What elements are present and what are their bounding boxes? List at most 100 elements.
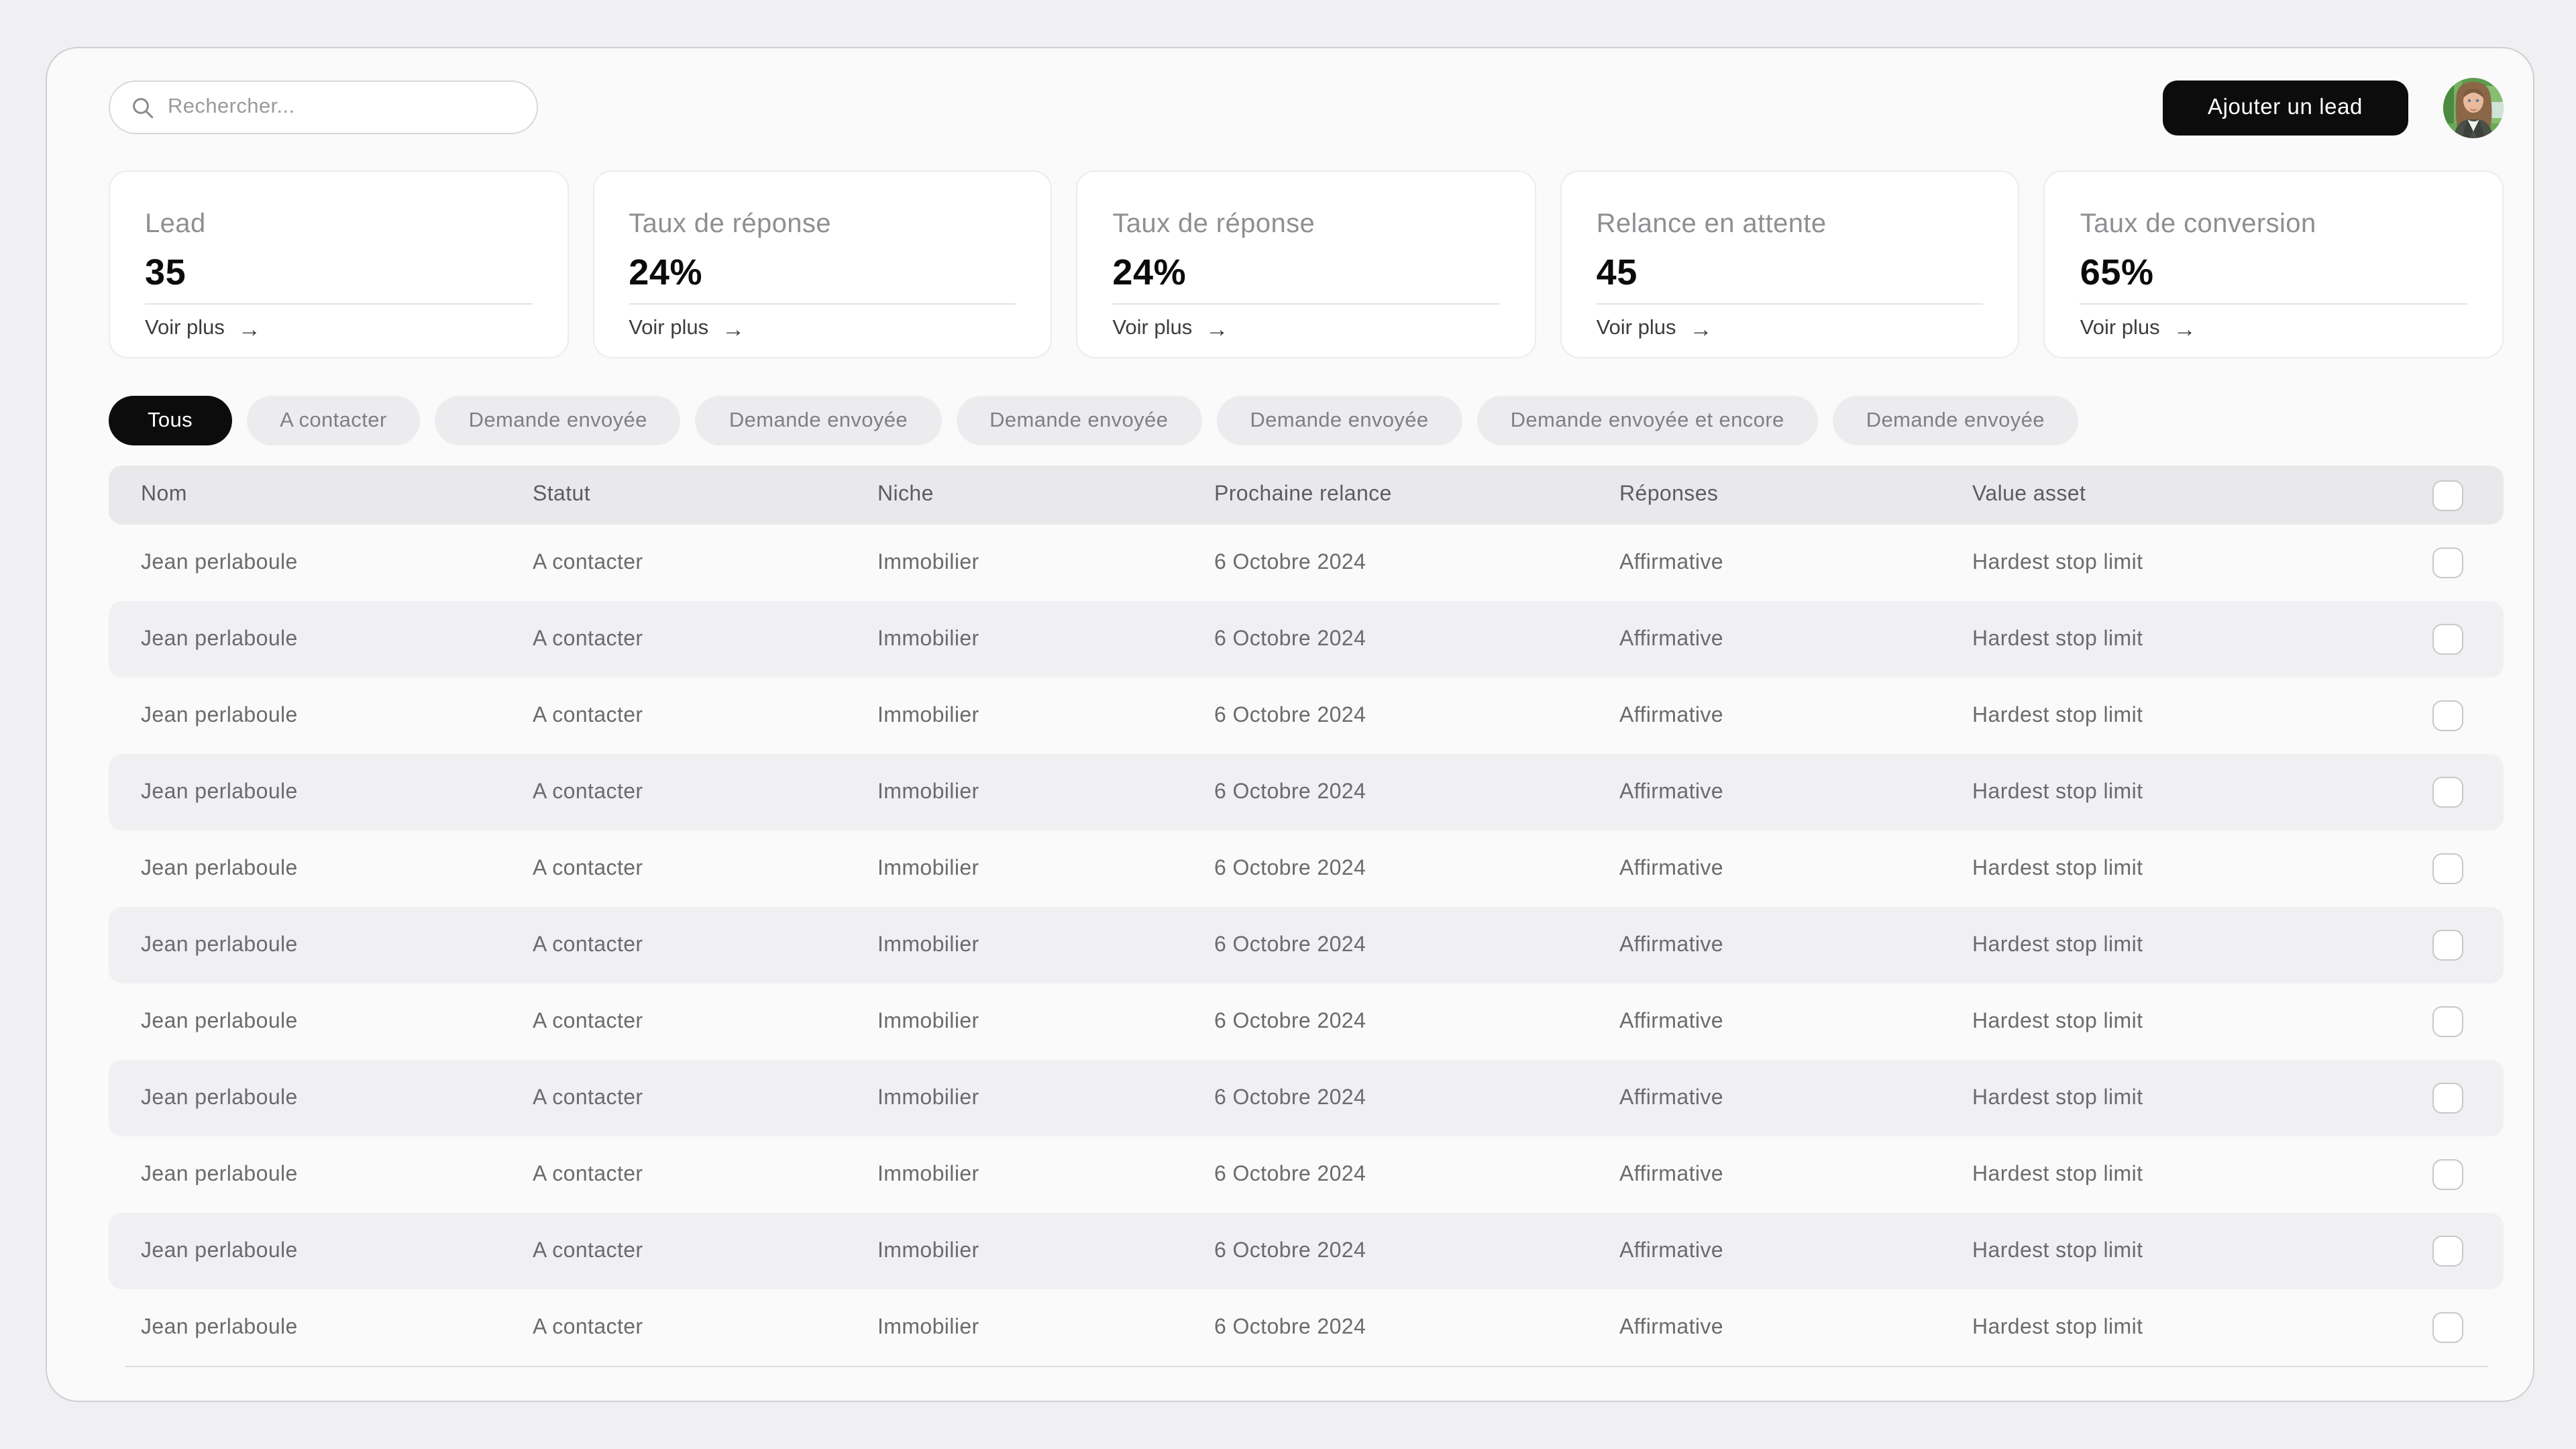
cell-statut: A contacter [533, 1239, 877, 1263]
cell-statut: A contacter [533, 1010, 877, 1034]
filter-pill[interactable]: A contacter [246, 396, 421, 445]
table-row[interactable]: Jean perlaboule A contacter Immobilier 6… [109, 1213, 2504, 1289]
row-checkbox[interactable] [2432, 1006, 2463, 1037]
cell-niche: Immobilier [877, 1010, 1214, 1034]
voir-plus-link[interactable]: Voir plus → [1597, 317, 1713, 341]
cell-reponses: Affirmative [1619, 551, 1972, 575]
user-avatar[interactable] [2443, 77, 2504, 138]
search-box[interactable] [109, 80, 538, 134]
filter-pill[interactable]: Demande envoyée [1216, 396, 1462, 445]
cell-niche: Immobilier [877, 933, 1214, 957]
cell-reponses: Affirmative [1619, 1316, 1972, 1340]
row-checkbox[interactable] [2432, 1083, 2463, 1114]
voir-plus-label: Voir plus [2080, 317, 2160, 341]
voir-plus-link[interactable]: Voir plus → [2080, 317, 2196, 341]
column-header-value: Value asset [1972, 483, 2432, 507]
stat-card: Taux de réponse 24% Voir plus → [592, 170, 1052, 358]
voir-plus-label: Voir plus [1597, 317, 1676, 341]
stat-cards: Lead 35 Voir plus → Taux de réponse 24% … [109, 170, 2504, 358]
stat-value: 65% [2080, 252, 2467, 294]
select-all-checkbox[interactable] [2432, 480, 2463, 511]
table-row[interactable]: Jean perlaboule A contacter Immobilier 6… [109, 907, 2504, 983]
table-row[interactable]: Jean perlaboule A contacter Immobilier 6… [109, 1136, 2504, 1213]
table-row[interactable]: Jean perlaboule A contacter Immobilier 6… [109, 983, 2504, 1060]
cell-statut: A contacter [533, 780, 877, 804]
arrow-right-icon: → [2174, 317, 2196, 340]
table-row[interactable]: Jean perlaboule A contacter Immobilier 6… [109, 678, 2504, 754]
filter-pill[interactable]: Demande envoyée [956, 396, 1201, 445]
cell-relance: 6 Octobre 2024 [1214, 857, 1619, 881]
cell-relance: 6 Octobre 2024 [1214, 1010, 1619, 1034]
cell-nom: Jean perlaboule [141, 780, 533, 804]
table-row[interactable]: Jean perlaboule A contacter Immobilier 6… [109, 525, 2504, 601]
table-row[interactable]: Jean perlaboule A contacter Immobilier 6… [109, 1060, 2504, 1136]
cell-relance: 6 Octobre 2024 [1214, 1086, 1619, 1110]
filter-pill[interactable]: Demande envoyée et encore [1477, 396, 1818, 445]
cell-relance: 6 Octobre 2024 [1214, 704, 1619, 728]
cell-value: Hardest stop limit [1972, 704, 2432, 728]
table-row[interactable]: Jean perlaboule A contacter Immobilier 6… [109, 1289, 2504, 1366]
cell-value: Hardest stop limit [1972, 1239, 2432, 1263]
cell-niche: Immobilier [877, 780, 1214, 804]
search-icon [131, 96, 154, 119]
table-row[interactable]: Jean perlaboule A contacter Immobilier 6… [109, 830, 2504, 907]
stat-value: 24% [629, 252, 1016, 294]
row-checkbox[interactable] [2432, 624, 2463, 655]
cell-statut: A contacter [533, 551, 877, 575]
table-body: Jean perlaboule A contacter Immobilier 6… [109, 525, 2504, 1366]
voir-plus-link[interactable]: Voir plus → [629, 317, 745, 341]
voir-plus-link[interactable]: Voir plus → [1112, 317, 1228, 341]
filter-pill[interactable]: Tous [109, 396, 231, 445]
cell-nom: Jean perlaboule [141, 627, 533, 651]
arrow-right-icon: → [722, 317, 745, 340]
cell-statut: A contacter [533, 627, 877, 651]
column-header-statut: Statut [533, 483, 877, 507]
cell-value: Hardest stop limit [1972, 627, 2432, 651]
cell-niche: Immobilier [877, 1086, 1214, 1110]
card-divider [1597, 303, 1984, 305]
cell-nom: Jean perlaboule [141, 1163, 533, 1187]
filter-pill[interactable]: Demande envoyée [435, 396, 681, 445]
voir-plus-label: Voir plus [1112, 317, 1192, 341]
cell-value: Hardest stop limit [1972, 1010, 2432, 1034]
cell-statut: A contacter [533, 1086, 877, 1110]
row-checkbox[interactable] [2432, 1312, 2463, 1343]
cell-niche: Immobilier [877, 551, 1214, 575]
search-input[interactable] [168, 95, 515, 119]
stat-title: Lead [145, 209, 532, 240]
row-checkbox[interactable] [2432, 547, 2463, 578]
table-header: Nom Statut Niche Prochaine relance Répon… [109, 466, 2504, 525]
stat-title: Taux de conversion [2080, 209, 2467, 240]
stat-card: Lead 35 Voir plus → [109, 170, 568, 358]
row-checkbox[interactable] [2432, 777, 2463, 808]
cell-reponses: Affirmative [1619, 1010, 1972, 1034]
row-checkbox[interactable] [2432, 930, 2463, 961]
voir-plus-label: Voir plus [629, 317, 708, 341]
add-lead-button[interactable]: Ajouter un lead [2162, 80, 2408, 135]
cell-niche: Immobilier [877, 627, 1214, 651]
row-checkbox[interactable] [2432, 1236, 2463, 1267]
row-checkbox[interactable] [2432, 1159, 2463, 1190]
arrow-right-icon: → [1689, 317, 1712, 340]
cell-relance: 6 Octobre 2024 [1214, 1163, 1619, 1187]
cell-relance: 6 Octobre 2024 [1214, 1316, 1619, 1340]
row-checkbox[interactable] [2432, 853, 2463, 884]
main-panel: Ajouter un lead [46, 47, 2534, 1402]
card-divider [629, 303, 1016, 305]
cell-niche: Immobilier [877, 704, 1214, 728]
table-row[interactable]: Jean perlaboule A contacter Immobilier 6… [109, 601, 2504, 678]
stat-card: Taux de réponse 24% Voir plus → [1076, 170, 1536, 358]
filter-pill[interactable]: Demande envoyée [1833, 396, 2078, 445]
cell-niche: Immobilier [877, 1316, 1214, 1340]
voir-plus-label: Voir plus [145, 317, 225, 341]
row-checkbox[interactable] [2432, 700, 2463, 731]
cell-statut: A contacter [533, 1316, 877, 1340]
voir-plus-link[interactable]: Voir plus → [145, 317, 261, 341]
stat-title: Taux de réponse [629, 209, 1016, 240]
table-row[interactable]: Jean perlaboule A contacter Immobilier 6… [109, 754, 2504, 830]
cell-value: Hardest stop limit [1972, 780, 2432, 804]
cell-statut: A contacter [533, 704, 877, 728]
card-divider [1112, 303, 1499, 305]
filter-pill[interactable]: Demande envoyée [696, 396, 941, 445]
cell-nom: Jean perlaboule [141, 933, 533, 957]
